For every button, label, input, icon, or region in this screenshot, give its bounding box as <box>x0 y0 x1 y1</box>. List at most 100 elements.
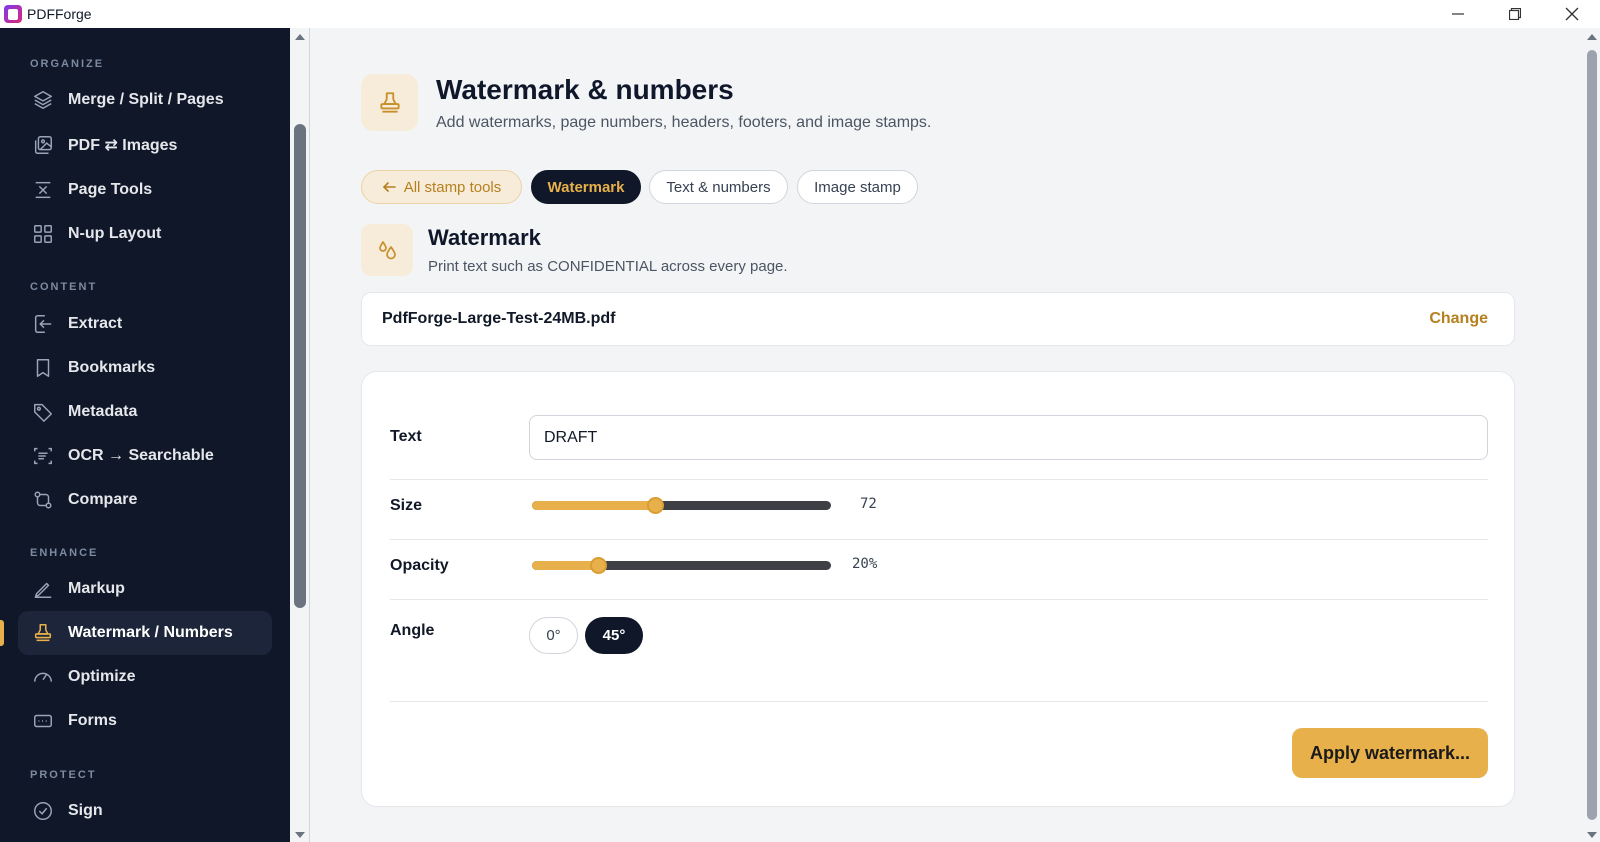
tag-icon <box>34 403 52 422</box>
sidebar-item-label: Sign <box>68 802 103 819</box>
divider <box>390 599 1488 600</box>
sidebar-item-compare[interactable]: Compare <box>18 478 272 522</box>
divider <box>390 539 1488 540</box>
title-bar: PDFForge <box>0 0 1600 28</box>
sidebar-item-label: OCR → Searchable <box>68 447 214 464</box>
sidebar-item-ocr[interactable]: OCR → Searchable <box>18 434 272 478</box>
tab-label: All stamp tools <box>403 178 502 196</box>
tab-label: Text & numbers <box>666 178 771 196</box>
page-tools-icon <box>35 181 51 199</box>
scroll-down-arrow-icon[interactable] <box>295 832 305 838</box>
sidebar-item-label: Metadata <box>68 403 138 420</box>
sidebar-item-watermark-numbers[interactable]: Watermark / Numbers <box>18 611 272 655</box>
active-indicator <box>0 620 4 646</box>
sidebar-item-merge-split[interactable]: Merge / Split / Pages <box>18 78 272 122</box>
sidebar-item-sign[interactable]: Sign <box>18 789 272 833</box>
scroll-up-arrow-icon[interactable] <box>1587 34 1597 40</box>
section-label-organize: ORGANIZE <box>30 58 105 70</box>
scroll-down-arrow-icon[interactable] <box>1587 832 1597 838</box>
section-label-content: CONTENT <box>30 281 98 293</box>
angle-0-button[interactable]: 0° <box>529 617 578 654</box>
sidebar-item-metadata[interactable]: Metadata <box>18 390 272 434</box>
layers-icon <box>34 91 52 109</box>
main-scrollbar[interactable] <box>1584 28 1600 842</box>
form-icon <box>34 714 52 728</box>
pen-icon <box>34 582 52 598</box>
watermark-text-input[interactable]: DRAFT <box>529 415 1488 460</box>
tool-description: Print text such as CONFIDENTIAL across e… <box>428 258 788 275</box>
tab-label: Image stamp <box>814 178 901 196</box>
sidebar-item-label: N-up Layout <box>68 225 162 242</box>
sidebar-item-bookmarks[interactable]: Bookmarks <box>18 346 272 390</box>
close-icon <box>1565 7 1578 21</box>
minimize-icon <box>1451 13 1464 15</box>
sidebar-item-label: Forms <box>68 712 117 729</box>
sidebar-item-label: Bookmarks <box>68 359 156 376</box>
app-logo-icon <box>4 5 22 23</box>
restore-button[interactable] <box>1486 0 1543 28</box>
window-controls <box>1429 0 1600 28</box>
tab-watermark[interactable]: Watermark <box>531 170 641 204</box>
extract-icon <box>34 315 52 333</box>
sidebar-scrollbar-thumb[interactable] <box>294 124 306 608</box>
gauge-icon <box>34 672 52 682</box>
images-icon <box>34 136 52 154</box>
sidebar-item-label: Markup <box>68 580 125 597</box>
sidebar-item-markup[interactable]: Markup <box>18 567 272 611</box>
window-title: PDFForge <box>27 6 92 22</box>
change-file-button[interactable]: Change <box>1429 310 1488 328</box>
grid-icon <box>34 225 52 243</box>
restore-icon <box>1508 8 1521 20</box>
angle-45-button[interactable]: 45° <box>585 617 643 654</box>
page-header-icon <box>361 74 418 131</box>
size-slider-fill <box>532 501 655 510</box>
sidebar-item-label: Optimize <box>68 668 136 685</box>
close-button[interactable] <box>1543 0 1600 28</box>
main-scrollbar-thumb[interactable] <box>1587 50 1597 820</box>
size-slider-thumb[interactable] <box>646 497 664 514</box>
opacity-slider-fill <box>532 561 598 570</box>
size-value: 72 <box>860 496 877 512</box>
divider <box>390 701 1488 702</box>
tab-image-stamp[interactable]: Image stamp <box>797 170 918 204</box>
apply-watermark-button[interactable]: Apply watermark... <box>1292 728 1488 778</box>
tool-title: Watermark <box>428 225 541 250</box>
all-stamp-tools-button[interactable]: All stamp tools <box>361 170 522 204</box>
minimize-button[interactable] <box>1429 0 1486 28</box>
sidebar-item-pdf-images[interactable]: PDF ⇄ Images <box>18 123 272 167</box>
angle-label: Angle <box>390 622 435 639</box>
size-slider[interactable] <box>532 497 831 514</box>
file-name: PdfForge-Large-Test-24MB.pdf <box>382 310 616 327</box>
watermark-options-card: Text DRAFT Size 72 Opacity 20% Angle 0° … <box>361 371 1515 807</box>
sidebar-item-label: PDF ⇄ Images <box>68 137 178 154</box>
sidebar-item-forms[interactable]: Forms <box>18 699 272 743</box>
sidebar-item-optimize[interactable]: Optimize <box>18 655 272 699</box>
divider <box>390 479 1488 480</box>
sidebar: ORGANIZE Merge / Split / Pages PDF ⇄ Ima… <box>0 28 290 842</box>
tool-icon <box>361 224 413 276</box>
opacity-slider-thumb[interactable] <box>589 557 607 574</box>
sidebar-item-nup-layout[interactable]: N-up Layout <box>18 212 272 256</box>
sidebar-item-page-tools[interactable]: Page Tools <box>18 168 272 212</box>
sidebar-item-label: Extract <box>68 315 123 332</box>
arrow-left-icon <box>382 182 396 192</box>
text-label: Text <box>390 428 422 445</box>
scroll-up-arrow-icon[interactable] <box>295 34 305 40</box>
sidebar-item-label: Watermark / Numbers <box>68 624 233 641</box>
tab-label: Watermark <box>547 178 625 196</box>
page-subtitle: Add watermarks, page numbers, headers, f… <box>436 114 932 131</box>
check-circle-icon <box>34 802 52 820</box>
sidebar-item-label: Compare <box>68 491 138 508</box>
page-title: Watermark & numbers <box>436 74 734 105</box>
bookmark-icon <box>36 359 50 377</box>
tab-text-numbers[interactable]: Text & numbers <box>649 170 788 204</box>
opacity-slider[interactable] <box>532 557 831 574</box>
stamp-icon <box>379 91 400 113</box>
sidebar-item-extract[interactable]: Extract <box>18 302 272 346</box>
section-label-protect: PROTECT <box>30 769 97 781</box>
selected-file-bar: PdfForge-Large-Test-24MB.pdf Change <box>361 292 1515 346</box>
stamp-icon <box>34 623 52 642</box>
sidebar-item-label: Merge / Split / Pages <box>68 91 224 108</box>
scan-icon <box>34 447 52 465</box>
sidebar-scrollbar[interactable] <box>290 28 310 842</box>
